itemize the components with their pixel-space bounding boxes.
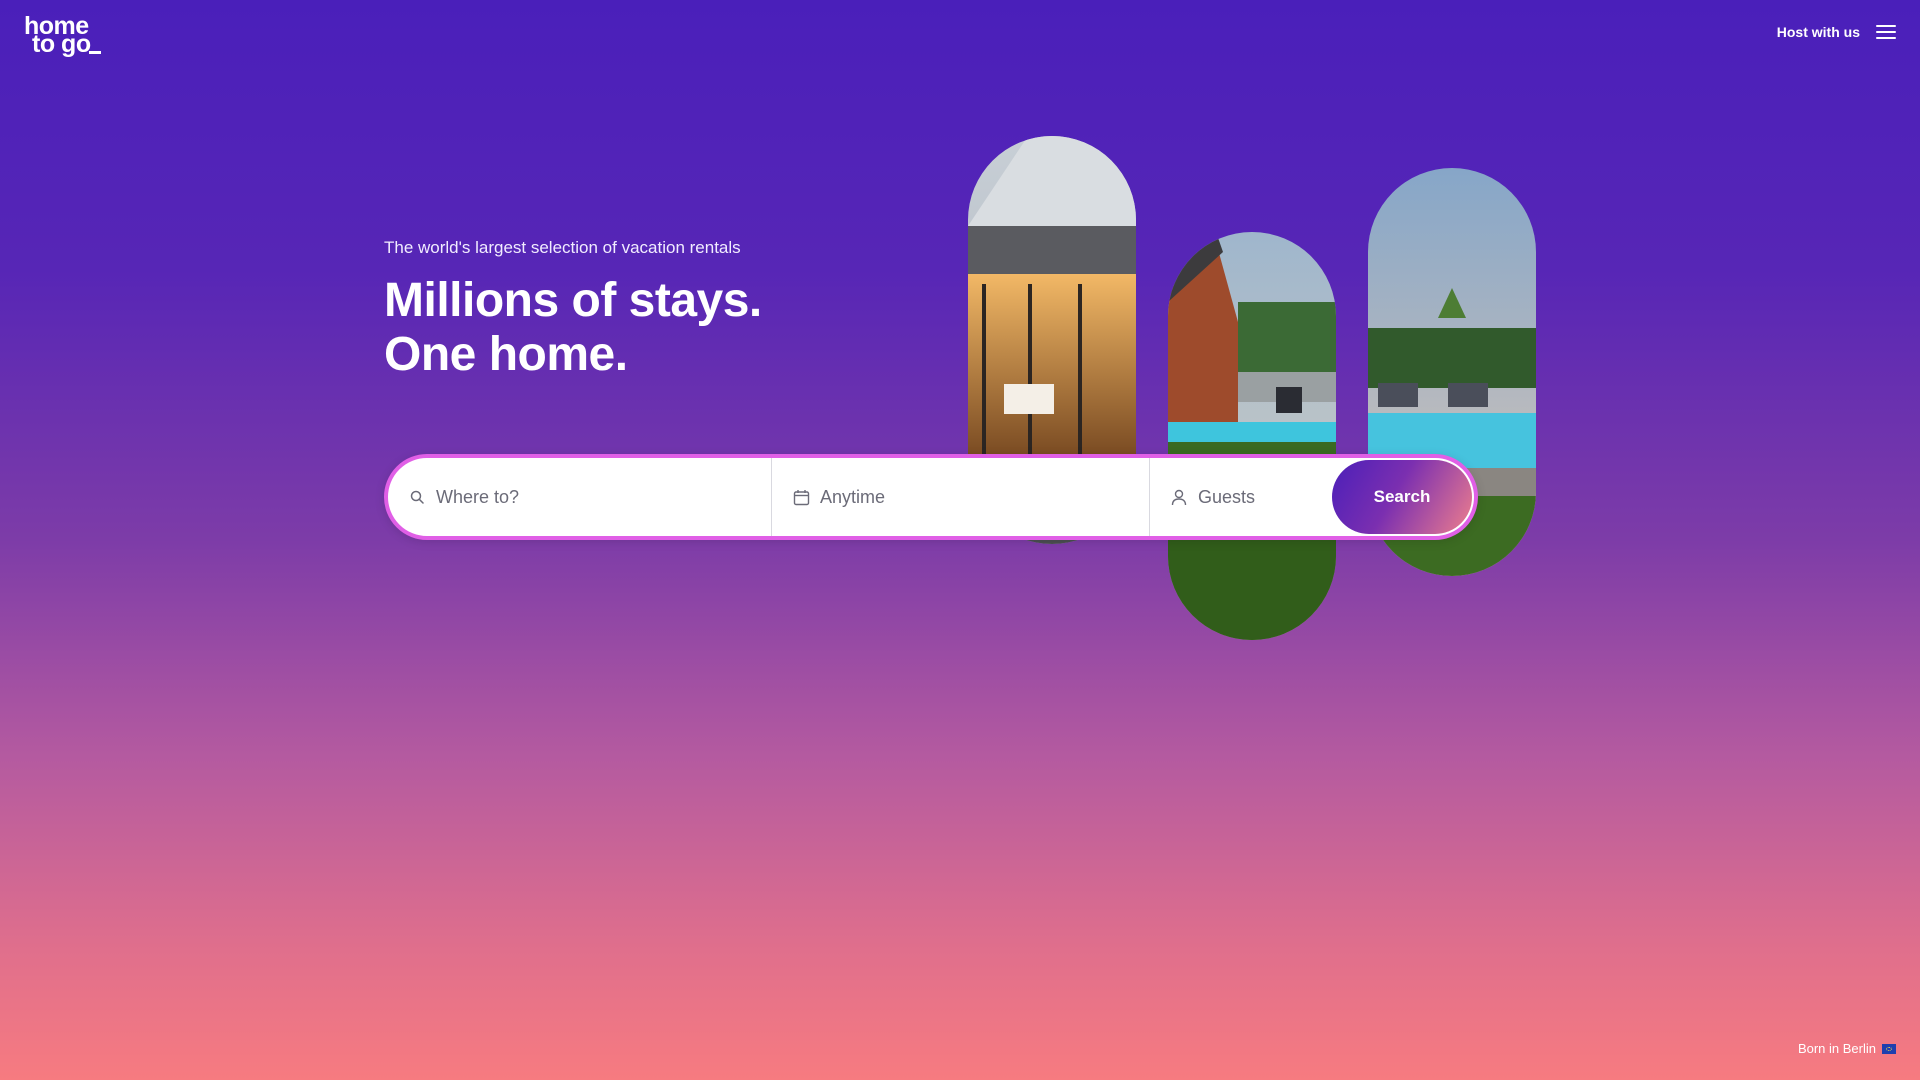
logo-underscore	[89, 51, 101, 54]
born-in-berlin-text: Born in Berlin	[1797, 1041, 1876, 1056]
search-icon	[408, 488, 426, 506]
hometogo-logo[interactable]: home to go	[24, 14, 104, 58]
person-icon	[1170, 488, 1188, 506]
hamburger-menu-icon[interactable]	[1876, 24, 1896, 40]
destination-placeholder: Where to?	[436, 486, 520, 507]
hero-subtitle: The world's largest selection of vacatio…	[384, 238, 741, 257]
destination-field[interactable]: Where to?	[388, 458, 772, 536]
hero-title-line1: Millions of stays.	[384, 274, 762, 327]
guests-placeholder: Guests	[1198, 486, 1256, 507]
dates-field[interactable]: Anytime	[772, 458, 1150, 536]
rental-photo-pool-lawn	[1168, 232, 1336, 640]
search-bar: Where to? Anytime Guests Search	[384, 454, 1478, 540]
hero-title: Millions of stays. One home.	[384, 274, 762, 382]
dates-placeholder: Anytime	[820, 486, 886, 507]
top-navigation: Host with us	[1777, 24, 1896, 40]
calendar-icon	[792, 488, 810, 506]
search-button[interactable]: Search	[1332, 460, 1472, 534]
guests-field[interactable]: Guests	[1150, 458, 1330, 536]
hero-title-line2: One home.	[384, 328, 628, 381]
eu-flag-icon	[1882, 1043, 1896, 1054]
footer-note: Born in Berlin	[1798, 1041, 1896, 1056]
host-with-us-link[interactable]: Host with us	[1777, 24, 1860, 40]
logo-text-line2: to go	[32, 30, 91, 58]
